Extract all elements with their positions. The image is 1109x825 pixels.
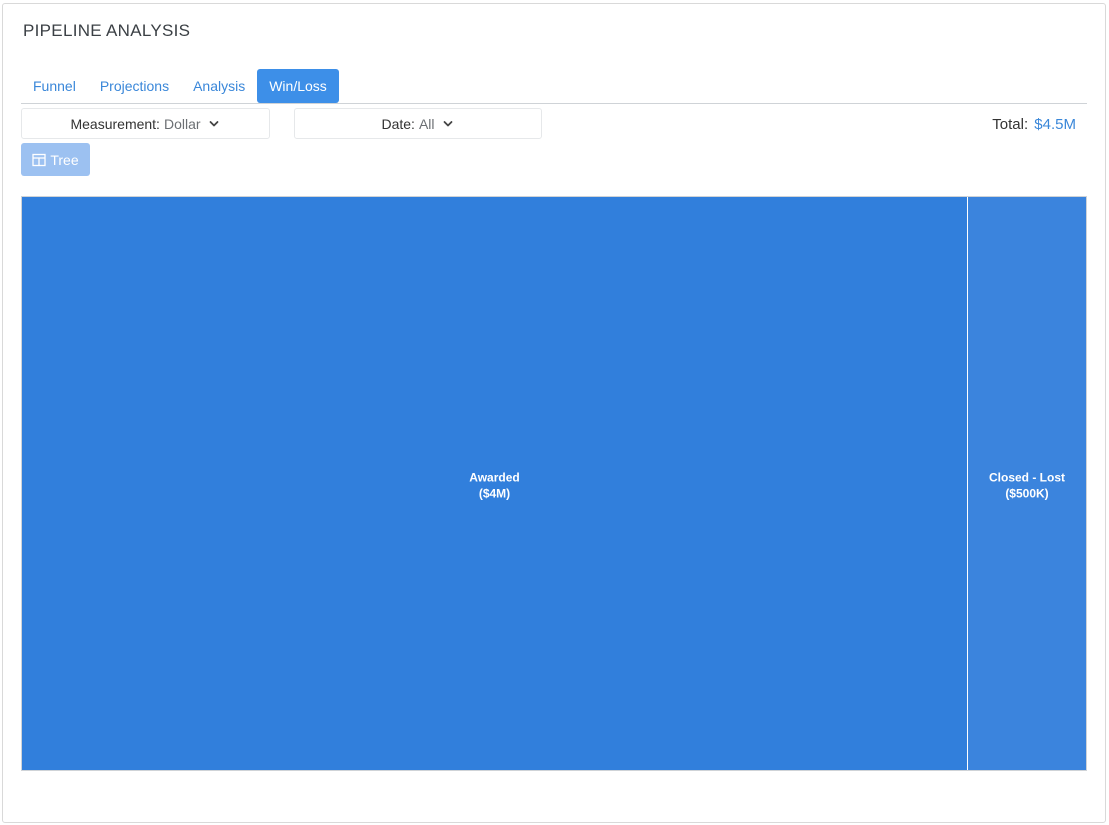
treemap-svg: Awarded ($4M) Closed - Lost ($500K) (22, 197, 1086, 770)
date-dropdown[interactable]: Date: All (294, 108, 542, 139)
measurement-dropdown[interactable]: Measurement: Dollar (21, 108, 270, 139)
total-value: $4.5M (1034, 116, 1076, 133)
tab-funnel[interactable]: Funnel (21, 69, 88, 103)
tab-projections[interactable]: Projections (88, 69, 181, 103)
measurement-value: Dollar (163, 115, 201, 132)
tab-win-loss[interactable]: Win/Loss (257, 69, 339, 103)
table-icon (32, 153, 47, 166)
chevron-down-icon (443, 120, 452, 126)
tab-analysis[interactable]: Analysis (181, 69, 257, 103)
date-value: All (418, 115, 435, 132)
measurement-label: Measurement: (70, 115, 160, 132)
date-label: Date: (381, 115, 415, 132)
total-summary: Total: $4.5M (992, 116, 1076, 133)
treemap-value-awarded: ($4M) (479, 487, 510, 501)
chevron-down-icon (209, 120, 218, 126)
treemap-label-awarded: Awarded (469, 471, 519, 485)
tree-button-label: Tree (50, 151, 79, 168)
treemap-label-closed-lost: Closed - Lost (989, 471, 1065, 485)
treemap-value-closed-lost: ($500K) (1005, 487, 1048, 501)
total-label: Total: (992, 116, 1029, 133)
page-title: PIPELINE ANALYSIS (23, 21, 191, 40)
tree-view-button[interactable]: Tree (21, 143, 90, 176)
tab-bar: Funnel Projections Analysis Win/Loss (21, 69, 1087, 104)
win-loss-treemap: Awarded ($4M) Closed - Lost ($500K) (21, 196, 1087, 771)
